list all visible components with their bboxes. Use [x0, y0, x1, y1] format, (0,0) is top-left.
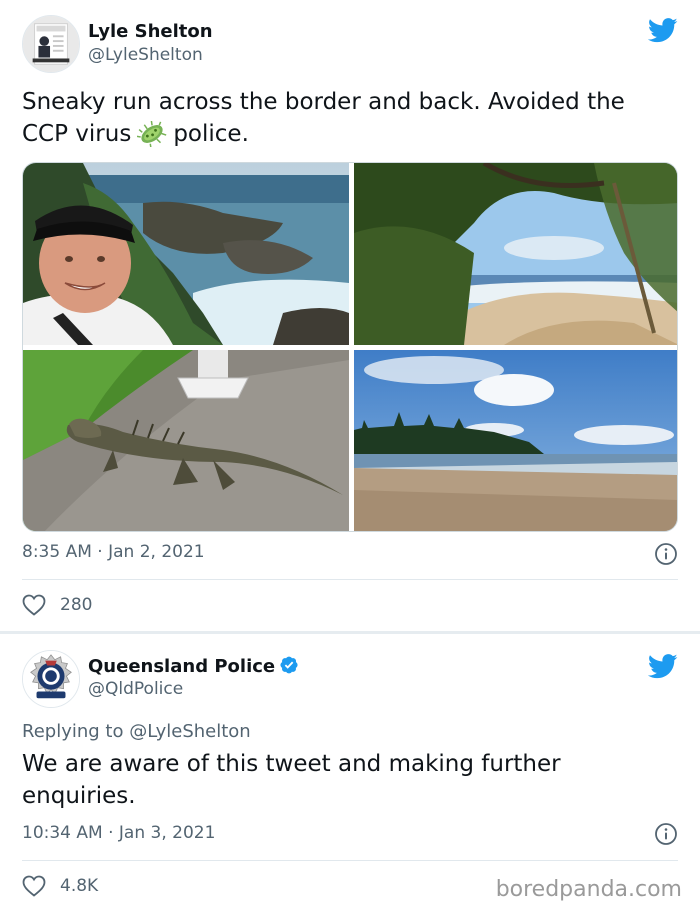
timestamp[interactable]: 8:35 AM · Jan 2, 2021: [22, 542, 205, 562]
photo-bush-track-beach[interactable]: [354, 163, 677, 345]
tweet-text-line-2: CCP virus police.: [22, 118, 682, 150]
heart-icon[interactable]: [22, 875, 46, 897]
tweet-lyle-shelton: Lyle Shelton @LyleShelton Sneaky run acr…: [0, 0, 700, 632]
timestamp[interactable]: 10:34 AM · Jan 3, 2021: [22, 823, 215, 843]
tweet-text: We are aware of this tweet and making fu…: [22, 748, 682, 812]
microbe-icon: [137, 121, 167, 147]
like-count: 280: [60, 595, 93, 615]
reply-handle-link[interactable]: @LyleShelton: [129, 721, 251, 742]
photo-selfie-coastline[interactable]: [23, 163, 349, 345]
divider: [22, 860, 678, 861]
avatar[interactable]: [22, 650, 80, 708]
author-name[interactable]: Lyle Shelton: [88, 21, 213, 42]
tweet-text: Sneaky run across the border and back. A…: [22, 86, 682, 150]
author-name-text: Queensland Police: [88, 656, 276, 677]
twitter-bird-icon[interactable]: [648, 18, 678, 43]
divider: [22, 579, 678, 580]
media-grid: [22, 162, 678, 532]
reply-prefix: Replying to: [22, 721, 124, 742]
tweet-text-part: police.: [173, 121, 249, 147]
like-count: 4.8K: [60, 876, 99, 896]
photo-beach-pines[interactable]: [354, 350, 677, 531]
tweet-text-line-1: Sneaky run across the border and back. A…: [22, 89, 625, 115]
tweet-text-line-2: enquiries.: [22, 783, 136, 809]
heart-icon[interactable]: [22, 594, 46, 616]
author-handle[interactable]: @LyleShelton: [88, 45, 203, 65]
reply-context: Replying to @LyleShelton: [22, 721, 251, 742]
police-badge-logo: [23, 651, 79, 707]
avatar-image: [23, 16, 79, 72]
info-icon[interactable]: [654, 822, 678, 846]
tweet-text-part: CCP virus: [22, 121, 132, 147]
author-handle[interactable]: @QldPolice: [88, 679, 183, 699]
twitter-bird-icon[interactable]: [648, 654, 678, 679]
photo-water-dragon[interactable]: [23, 350, 349, 531]
watermark: boredpanda.com: [495, 877, 682, 902]
avatar[interactable]: [22, 15, 80, 73]
author-name[interactable]: Queensland Police: [88, 655, 299, 677]
tweet-text-line-1: We are aware of this tweet and making fu…: [22, 751, 561, 777]
info-icon[interactable]: [654, 542, 678, 566]
like-action[interactable]: 4.8K: [22, 875, 98, 897]
like-action[interactable]: 280: [22, 594, 92, 616]
verified-badge-icon: [280, 656, 298, 674]
tweet-queensland-police: Queensland Police @QldPolice Replying to…: [0, 634, 700, 914]
